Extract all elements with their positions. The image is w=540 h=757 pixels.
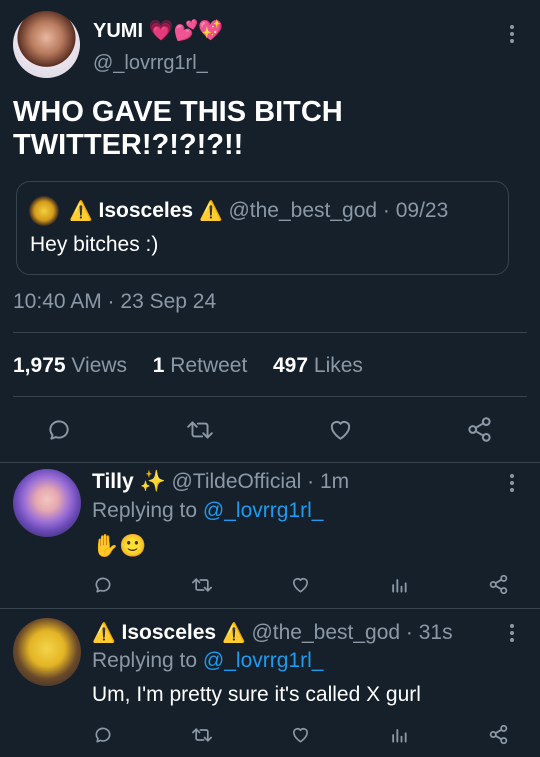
retweets-count: 1 [152, 354, 165, 377]
handle-time: @the_best_god · 09/23 [228, 199, 449, 222]
reply-icon[interactable] [46, 417, 72, 443]
likes-label[interactable]: Likes [314, 354, 363, 377]
like-icon[interactable] [327, 417, 354, 443]
warning-icon: ⚠️ [69, 201, 93, 222]
tweet-stats: 1,975 Views 1 Retweet 497 Likes [13, 354, 363, 378]
warning-icon: ⚠️ [92, 623, 116, 644]
share-icon[interactable] [488, 574, 509, 595]
views-icon[interactable] [389, 725, 409, 745]
handle[interactable]: @_lovrrg1rl_ [93, 52, 208, 75]
quoted-tweet[interactable]: ⚠️ Isosceles ⚠️ @the_best_god · 09/23 He… [16, 181, 509, 275]
replying-to: Replying to @_lovrrg1rl_ [92, 649, 323, 673]
views-label[interactable]: Views [71, 354, 127, 377]
retweets-label[interactable]: Retweet [170, 354, 247, 377]
display-name: Isosceles [98, 199, 194, 222]
handle-time: @the_best_god · 31s [251, 621, 453, 644]
display-name[interactable]: Tilly ✨ [92, 470, 166, 493]
share-icon[interactable] [466, 416, 493, 443]
retweet-icon[interactable] [191, 575, 213, 595]
retweet-icon[interactable] [191, 725, 213, 745]
reply-icon[interactable] [93, 575, 113, 595]
reply-icon[interactable] [93, 725, 113, 745]
views-icon[interactable] [389, 575, 409, 595]
retweet-icon[interactable] [186, 417, 214, 443]
share-icon[interactable] [488, 724, 509, 745]
reply-header: ⚠️ Isosceles ⚠️ @the_best_god · 31s [92, 621, 453, 645]
like-icon[interactable] [290, 575, 311, 595]
display-name[interactable]: Isosceles [122, 621, 217, 644]
quoted-tweet-text: Hey bitches :) [30, 233, 159, 256]
timestamp: 10:40 AM · 23 Sep 24 [13, 290, 217, 313]
divider [13, 396, 527, 397]
reply-text: Um, I'm pretty sure it's called X gurl [92, 683, 421, 706]
avatar[interactable] [13, 11, 80, 78]
warning-icon: ⚠️ [221, 623, 246, 644]
replying-to: Replying to @_lovrrg1rl_ [92, 499, 323, 523]
replying-prefix: Replying to [92, 499, 198, 522]
more-icon[interactable] [509, 474, 515, 492]
divider [0, 608, 540, 609]
quoted-tweet-header: ⚠️ Isosceles ⚠️ @the_best_god · 09/23 [69, 199, 448, 223]
reply-text: ✋🙂 [92, 533, 147, 558]
avatar[interactable] [13, 469, 81, 537]
more-icon[interactable] [509, 624, 515, 642]
likes-count: 497 [273, 354, 309, 377]
avatar[interactable] [13, 618, 81, 686]
divider [13, 332, 527, 333]
views-count: 1,975 [13, 354, 66, 377]
replying-to-link[interactable]: @_lovrrg1rl_ [203, 499, 324, 522]
more-icon[interactable] [509, 25, 515, 43]
replying-to-link[interactable]: @_lovrrg1rl_ [203, 649, 324, 672]
avatar [29, 196, 59, 226]
reply-header: Tilly ✨ @TildeOfficial · 1m [92, 470, 349, 494]
tweet-text: WHO GAVE THIS BITCH TWITTER!?!?!?!! [13, 96, 343, 161]
handle-time: @TildeOfficial · 1m [171, 470, 350, 493]
replying-prefix: Replying to [92, 649, 198, 672]
warning-icon: ⚠️ [198, 201, 223, 222]
divider [0, 462, 540, 463]
display-name[interactable]: YUMI 💗💕💖 [93, 18, 223, 43]
like-icon[interactable] [290, 725, 311, 745]
